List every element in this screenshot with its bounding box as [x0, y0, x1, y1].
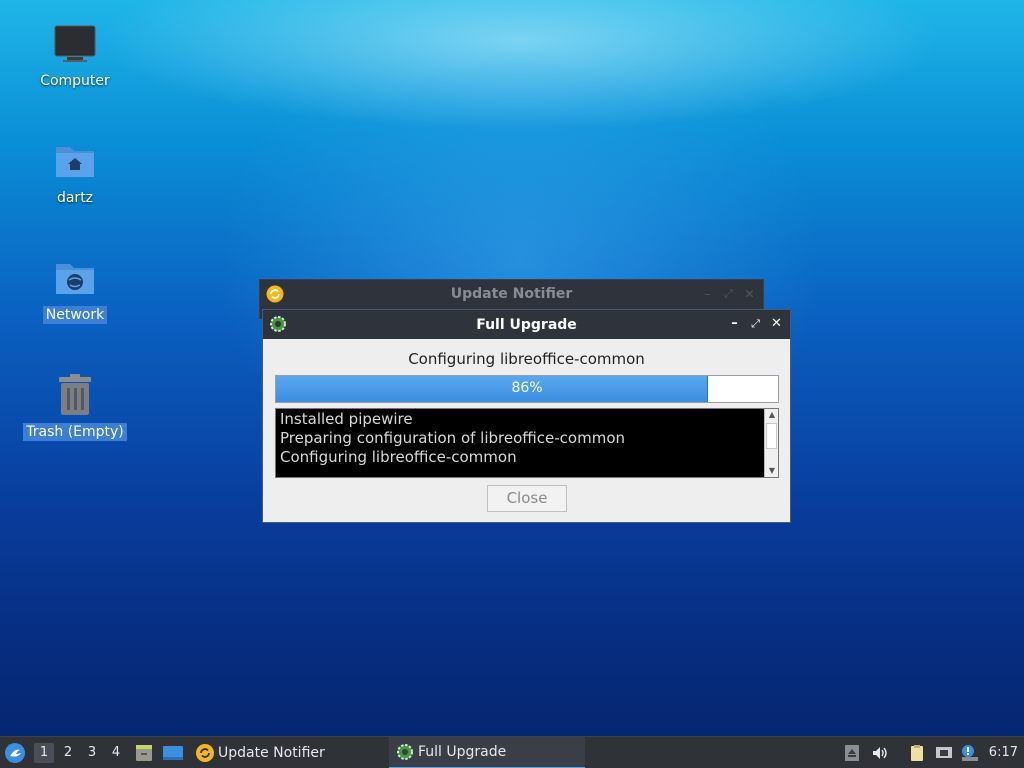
workspace-1[interactable]: 1 [34, 743, 54, 763]
scroll-thumb[interactable] [766, 423, 777, 449]
update-alert-icon[interactable] [960, 744, 978, 762]
progress-label: 86% [511, 380, 543, 396]
maximize-button[interactable]: ⤢ [748, 316, 763, 331]
desktop-icon-label: dartz [56, 190, 94, 206]
task-update-notifier[interactable]: Update Notifier [192, 737, 382, 768]
clock[interactable]: 6:17 [989, 745, 1018, 760]
desktop-icon-network[interactable]: Network [25, 254, 125, 324]
desktop-icon-label: Trash (Empty) [23, 423, 127, 441]
progress-bar: 86% [275, 375, 779, 403]
close-button[interactable]: ✕ [742, 286, 757, 301]
update-notifier-titlebar[interactable]: Update Notifier – ⤢ ✕ [260, 280, 763, 308]
full-upgrade-window[interactable]: Full Upgrade – ⤢ ✕ Configuring libreoffi… [262, 309, 791, 523]
file-manager-launcher[interactable] [134, 737, 154, 768]
close-button[interactable]: ✕ [769, 316, 784, 331]
scroll-down-arrow-icon[interactable]: ▼ [765, 465, 779, 477]
task-label: Full Upgrade [418, 744, 507, 760]
workspace-4[interactable]: 4 [106, 743, 126, 763]
log-scrollbar[interactable]: ▲ ▼ [764, 409, 778, 477]
computer-icon [51, 20, 99, 68]
volume-icon[interactable] [871, 744, 889, 762]
desktop-icon-trash[interactable]: Trash (Empty) [23, 371, 127, 441]
window-title: Full Upgrade [476, 316, 577, 333]
start-menu-button[interactable] [4, 737, 26, 768]
desktop-icon [163, 746, 183, 760]
eject-icon[interactable] [843, 744, 861, 762]
maximize-button[interactable]: ⤢ [721, 286, 736, 301]
network-wired-icon[interactable] [935, 744, 953, 762]
workspace-2[interactable]: 2 [58, 743, 78, 763]
log-line: Installed pipewire [280, 410, 413, 428]
file-cabinet-icon [136, 745, 152, 761]
desktop-icon-label: Computer [40, 73, 110, 89]
show-desktop-launcher[interactable] [162, 737, 184, 768]
taskbar: 1 2 3 4 Update Notifier Full Upgrade 6:1… [0, 736, 1024, 768]
scroll-up-arrow-icon[interactable]: ▲ [765, 409, 779, 421]
desktop-icon-label: Network [42, 306, 108, 324]
log-line: Preparing configuration of libreoffice-c… [280, 429, 626, 447]
network-folder-icon [51, 254, 99, 302]
clipboard-icon[interactable] [908, 744, 926, 762]
lubuntu-logo-icon [5, 743, 25, 763]
minimize-button[interactable]: – [700, 286, 715, 301]
task-full-upgrade[interactable]: Full Upgrade [389, 737, 585, 768]
window-title: Update Notifier [450, 286, 573, 302]
log-output[interactable]: Installed pipewire Preparing configurati… [275, 408, 779, 478]
status-label: Configuring libreoffice-common [408, 350, 645, 368]
minimize-button[interactable]: – [727, 316, 742, 331]
task-label: Update Notifier [218, 745, 325, 761]
home-folder-icon [51, 137, 99, 185]
log-line: Configuring libreoffice-common [280, 448, 517, 466]
trash-icon [51, 371, 99, 419]
workspace-3[interactable]: 3 [82, 743, 102, 763]
desktop-icon-computer[interactable]: Computer [25, 20, 125, 90]
full-upgrade-titlebar[interactable]: Full Upgrade – ⤢ ✕ [263, 310, 790, 339]
update-notifier-icon [196, 744, 214, 762]
gear-icon [397, 744, 413, 760]
desktop-icon-home[interactable]: dartz [25, 137, 125, 207]
close-dialog-button[interactable]: Close [487, 485, 567, 512]
